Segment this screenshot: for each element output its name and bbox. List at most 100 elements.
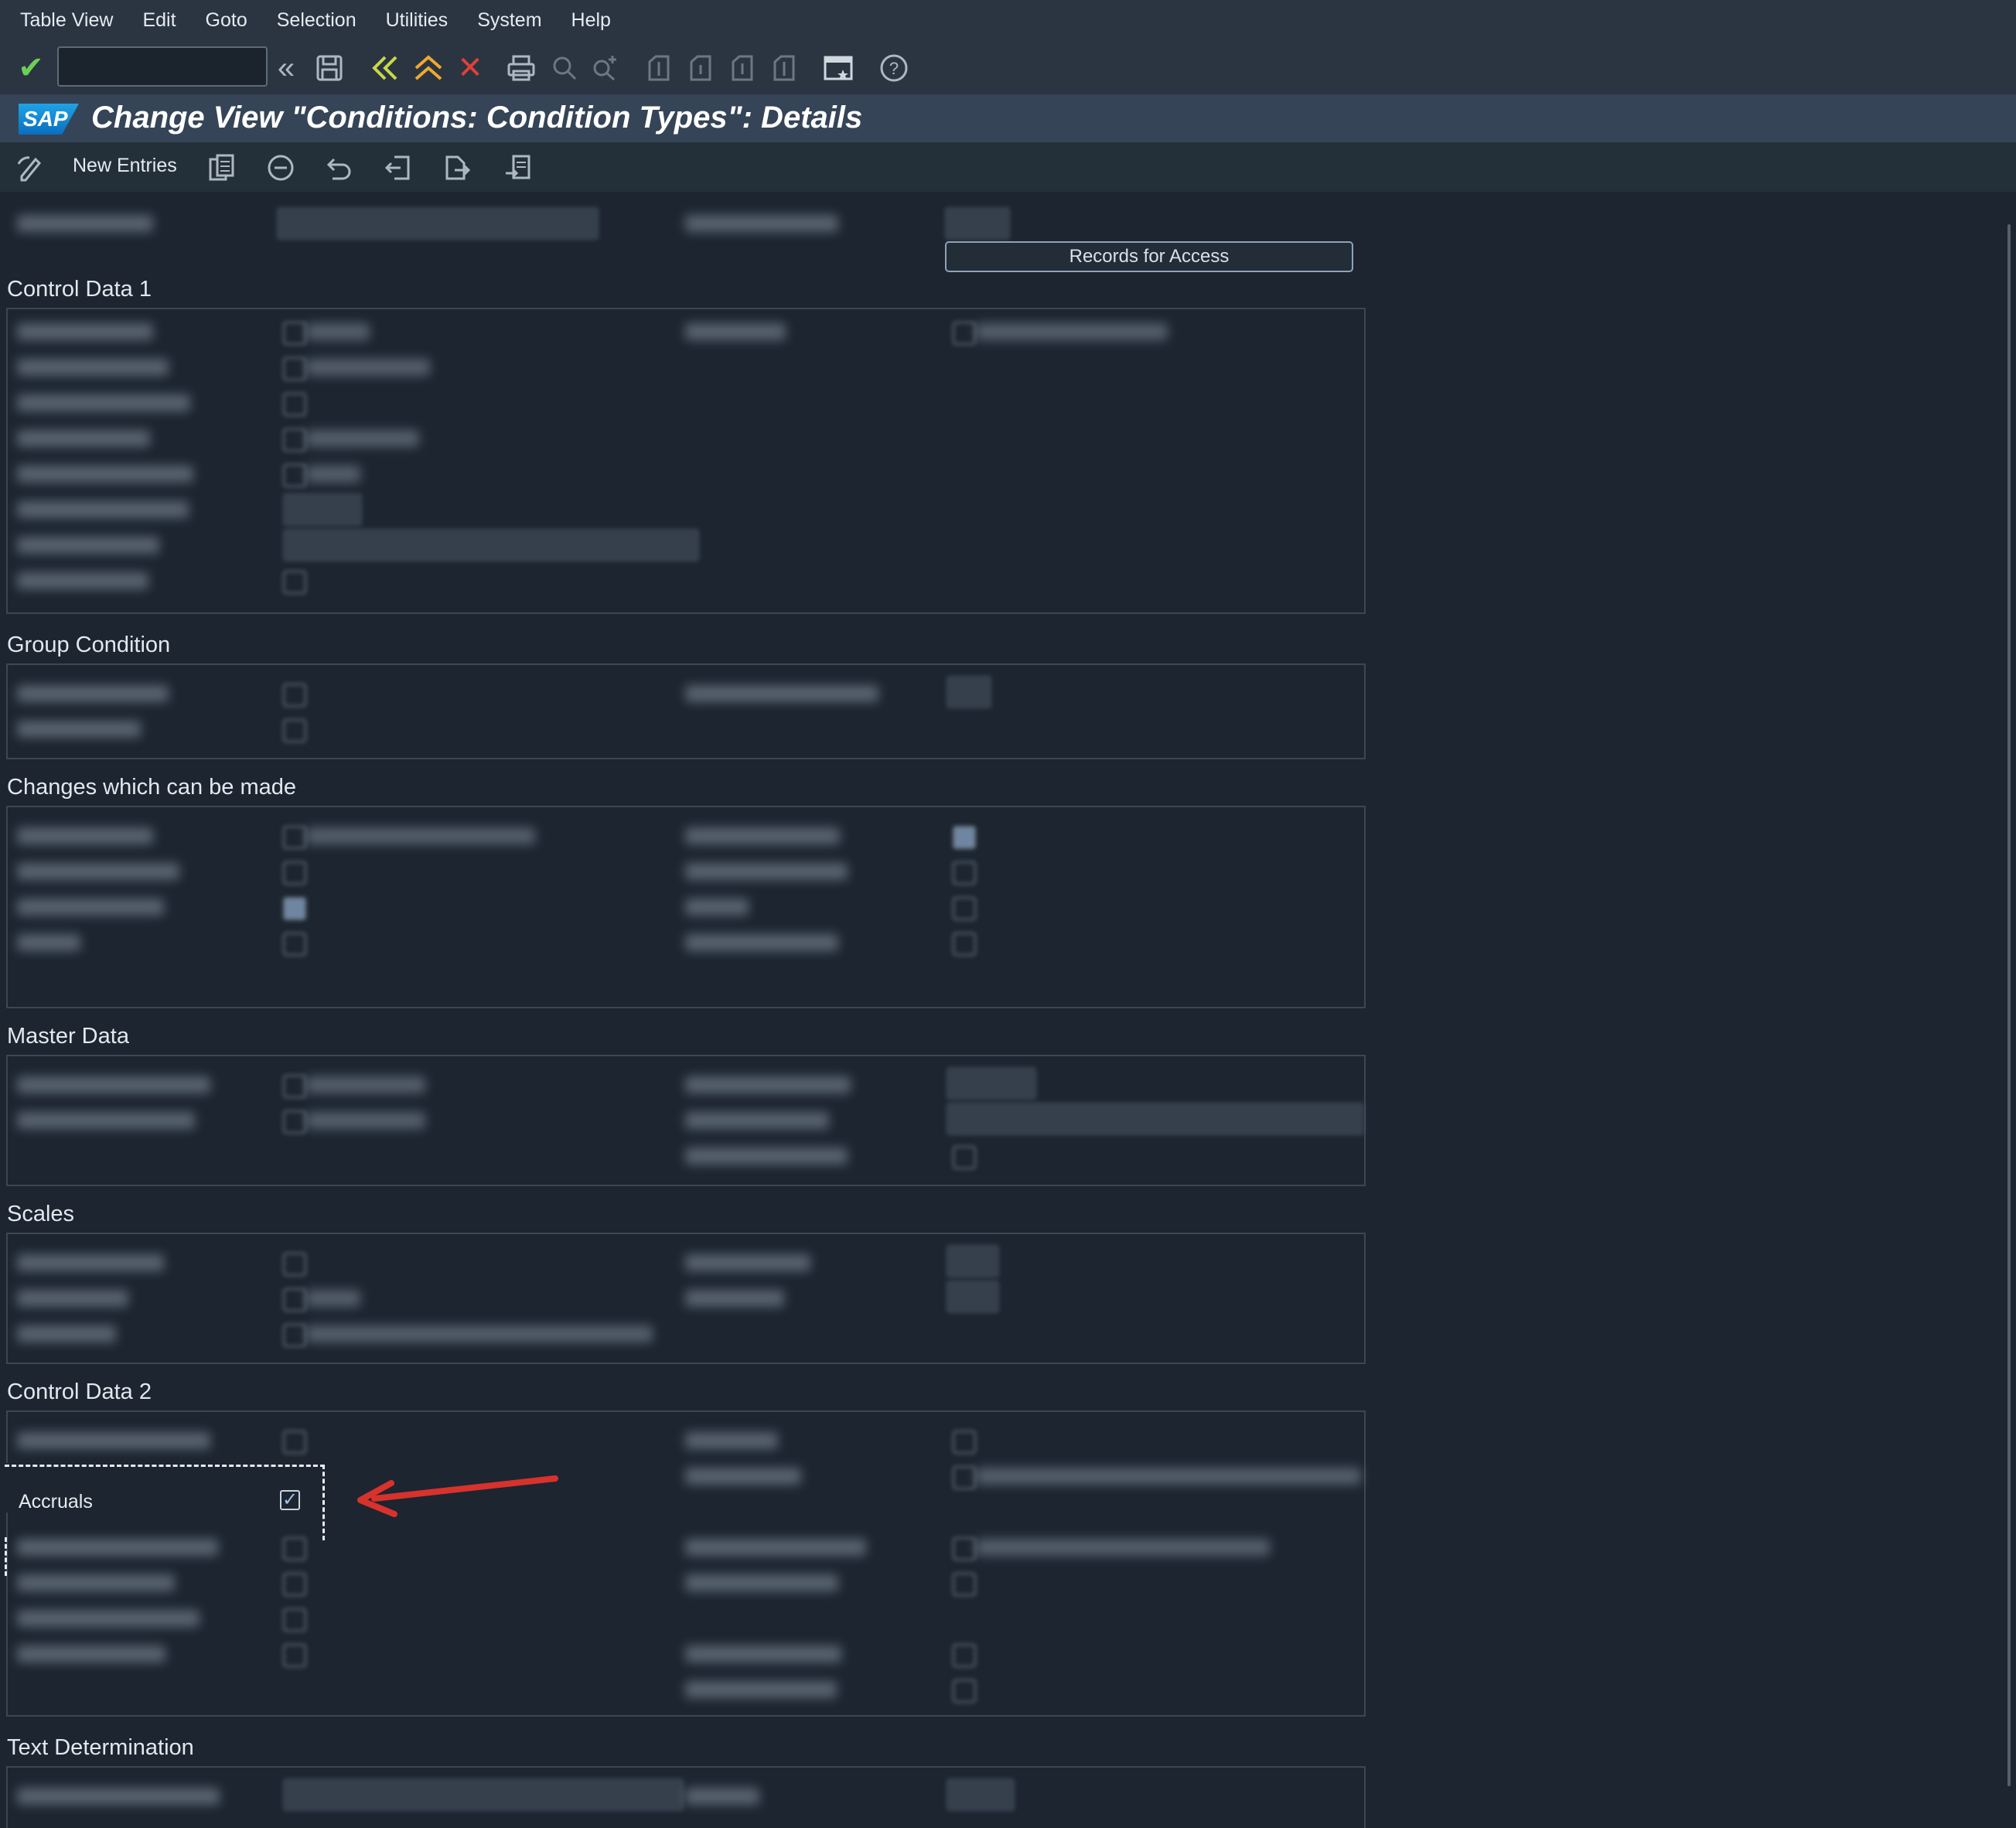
records-for-access-button[interactable]: Records for Access — [945, 241, 1353, 272]
find-icon[interactable] — [544, 48, 585, 88]
menu-edit[interactable]: Edit — [142, 9, 176, 32]
field-checkbox[interactable] — [283, 897, 306, 920]
new-entries-button[interactable]: New Entries — [73, 155, 177, 177]
field-label — [685, 934, 838, 951]
field-checkbox[interactable] — [283, 1110, 306, 1134]
field-checkbox[interactable] — [283, 1253, 306, 1276]
first-page-icon[interactable] — [639, 48, 679, 88]
help-icon[interactable]: ? — [874, 48, 914, 88]
field-checkbox[interactable] — [283, 428, 306, 452]
field-dropdown[interactable] — [947, 1103, 1364, 1135]
field-label — [17, 1539, 218, 1556]
field-value — [306, 1112, 425, 1129]
delete-icon[interactable] — [261, 148, 300, 187]
menu-utilities[interactable]: Utilities — [386, 9, 449, 32]
field-checkbox[interactable] — [283, 1608, 306, 1632]
layout-menu-icon[interactable] — [818, 48, 858, 88]
previous-page-icon[interactable] — [681, 48, 721, 88]
field-checkbox[interactable] — [953, 1680, 976, 1703]
field-input[interactable] — [283, 493, 362, 526]
accruals-checkbox[interactable]: ✓ — [280, 1490, 300, 1510]
page-title: Change View "Conditions: Condition Types… — [91, 101, 863, 135]
field-input[interactable] — [947, 1067, 1036, 1100]
field-input[interactable] — [947, 676, 991, 708]
field-input[interactable] — [947, 1779, 1015, 1811]
command-field[interactable] — [57, 46, 268, 87]
menu-selection[interactable]: Selection — [277, 9, 356, 32]
field-dropdown[interactable] — [283, 529, 699, 561]
field-checkbox[interactable] — [283, 357, 306, 380]
field-label — [685, 1254, 810, 1271]
red-arrow-annotation — [357, 1475, 558, 1517]
field-checkbox[interactable] — [953, 322, 976, 345]
field-checkbox[interactable] — [953, 933, 976, 956]
condition-type-field[interactable] — [277, 207, 599, 240]
previous-entry-icon[interactable] — [379, 148, 418, 187]
field-label — [685, 1076, 851, 1093]
find-next-icon[interactable] — [585, 48, 625, 88]
exit-icon[interactable] — [408, 48, 449, 88]
field-label — [17, 1646, 165, 1663]
field-checkbox[interactable] — [283, 861, 306, 885]
field-value — [306, 359, 430, 376]
field-checkbox[interactable] — [283, 719, 306, 742]
access-sequence-field[interactable] — [945, 207, 1010, 240]
field-checkbox[interactable] — [953, 1146, 976, 1169]
vertical-scrollbar[interactable] — [2007, 224, 2011, 1786]
field-checkbox[interactable] — [953, 1537, 976, 1560]
menu-help[interactable]: Help — [571, 9, 611, 32]
next-entry-icon[interactable] — [438, 148, 476, 187]
field-checkbox[interactable] — [953, 1573, 976, 1596]
field-checkbox[interactable] — [283, 393, 306, 416]
field-checkbox[interactable] — [953, 861, 976, 885]
field-dropdown[interactable] — [283, 1779, 684, 1811]
field-checkbox[interactable] — [283, 1075, 306, 1098]
print-icon[interactable] — [501, 48, 541, 88]
field-checkbox[interactable] — [283, 684, 306, 707]
group-title-group-condition: Group Condition — [7, 633, 171, 657]
sap-logo: SAP — [19, 104, 79, 135]
group-title-control-data-2: Control Data 2 — [7, 1380, 152, 1404]
field-input[interactable] — [947, 1281, 999, 1313]
collapse-command-icon[interactable]: « — [266, 48, 306, 88]
field-label — [17, 1112, 195, 1129]
select-all-icon[interactable] — [498, 148, 537, 187]
group-master-data — [6, 1055, 1366, 1186]
last-page-icon[interactable] — [764, 48, 804, 88]
field-checkbox[interactable] — [283, 322, 306, 345]
field-input[interactable] — [947, 1245, 999, 1277]
cancel-icon[interactable]: ✕ — [450, 48, 490, 88]
field-checkbox[interactable] — [953, 1431, 976, 1454]
next-page-icon[interactable] — [722, 48, 762, 88]
menu-goto[interactable]: Goto — [206, 9, 247, 32]
display-change-icon[interactable] — [11, 148, 49, 187]
field-checkbox[interactable] — [283, 1537, 306, 1560]
field-checkbox[interactable] — [953, 1466, 976, 1489]
back-icon[interactable] — [365, 48, 405, 88]
enter-check-icon[interactable]: ✔ — [11, 48, 51, 88]
field-value — [306, 466, 360, 483]
field-checkbox[interactable] — [283, 464, 306, 487]
menu-system[interactable]: System — [477, 9, 541, 32]
condition-type-label — [17, 215, 153, 232]
save-icon[interactable] — [309, 48, 350, 88]
field-label — [17, 827, 153, 844]
undo-icon[interactable] — [320, 148, 359, 187]
field-checkbox[interactable] — [283, 826, 306, 849]
field-checkbox[interactable] — [953, 826, 976, 849]
field-checkbox[interactable] — [283, 1431, 306, 1454]
copy-as-icon[interactable] — [203, 148, 241, 187]
field-checkbox[interactable] — [953, 1644, 976, 1667]
field-checkbox[interactable] — [283, 1573, 306, 1596]
field-label — [685, 1681, 837, 1698]
field-checkbox[interactable] — [283, 933, 306, 956]
field-checkbox[interactable] — [283, 1644, 306, 1667]
field-checkbox[interactable] — [283, 1288, 306, 1311]
field-checkbox[interactable] — [283, 571, 306, 594]
field-checkbox[interactable] — [283, 1324, 306, 1347]
menu-table-view[interactable]: Table View — [20, 9, 113, 32]
field-label — [17, 1076, 210, 1093]
field-value — [976, 1468, 1361, 1485]
field-label — [685, 827, 840, 844]
field-checkbox[interactable] — [953, 897, 976, 920]
